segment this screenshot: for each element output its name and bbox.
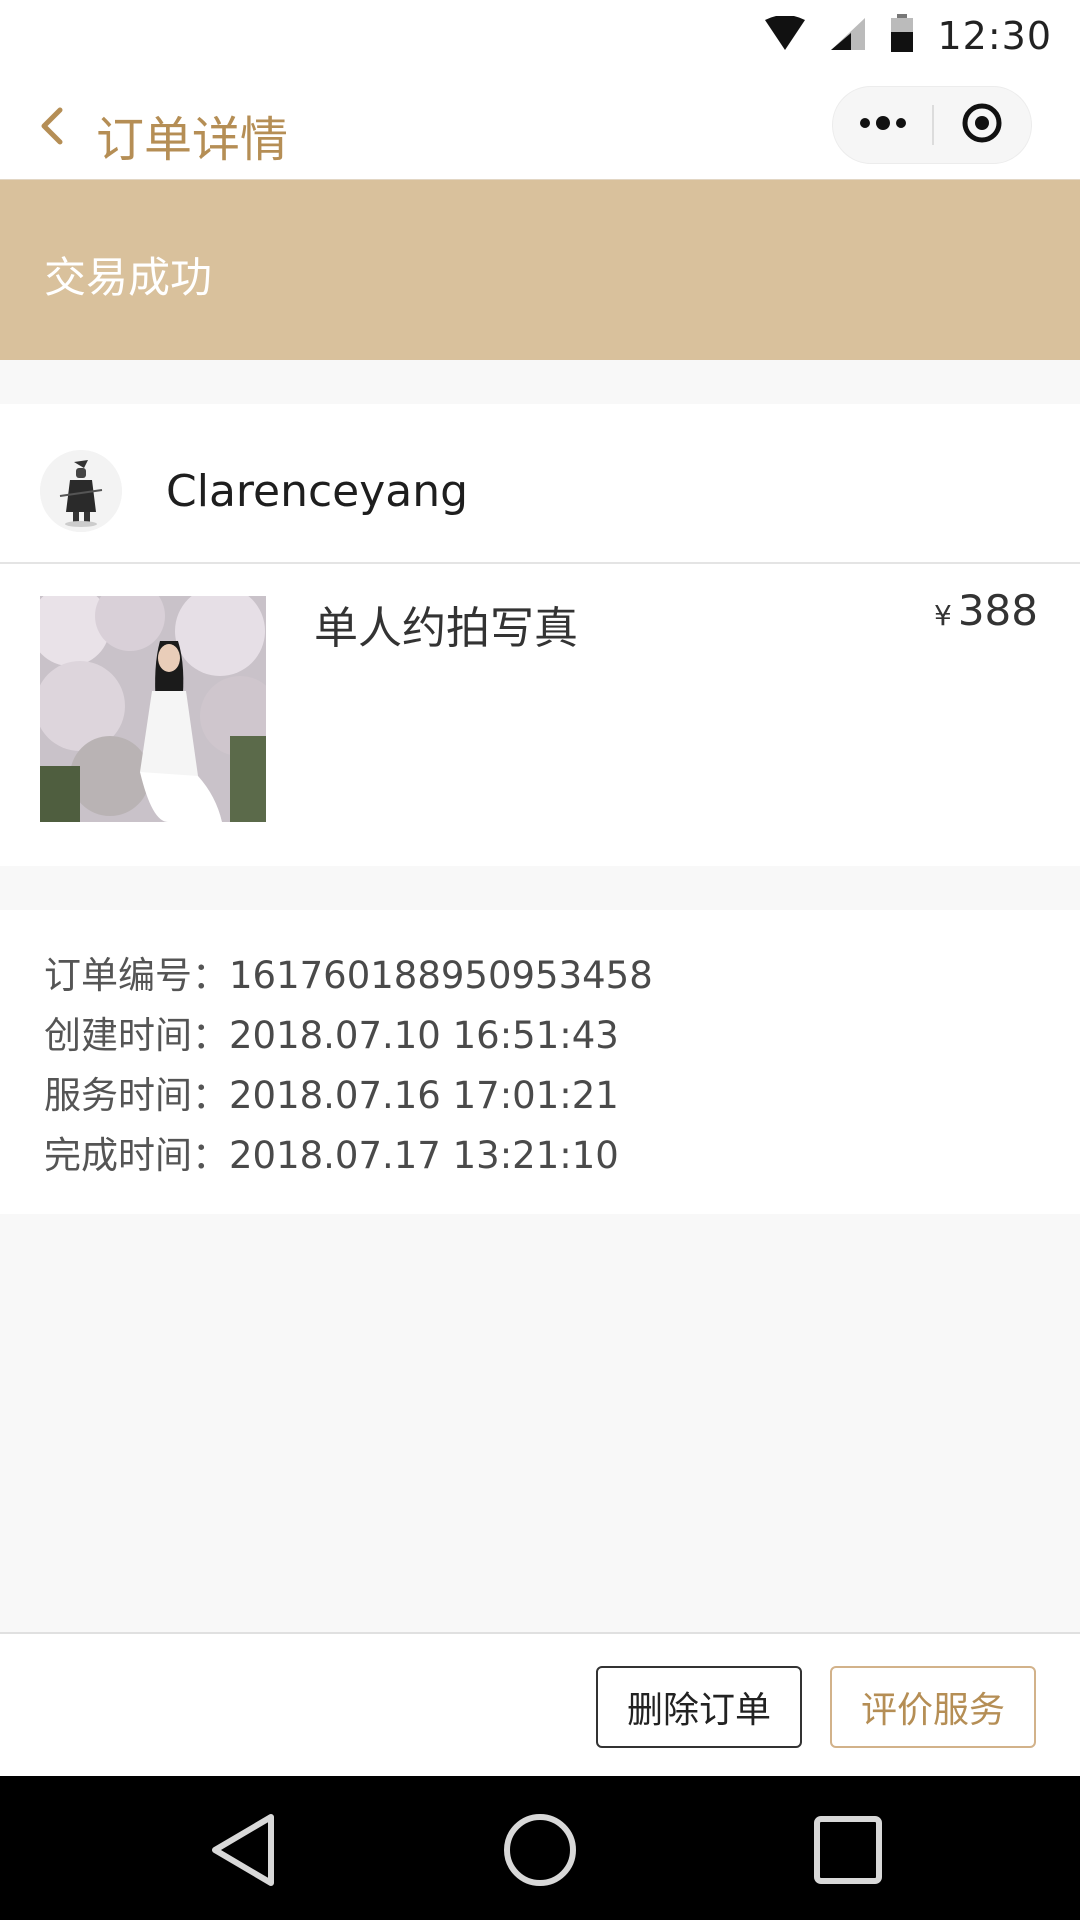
order-number-line: 订单编号：161760188950953458	[44, 946, 1080, 1006]
completed-time-label: 完成时间：	[44, 1134, 229, 1177]
status-bar: 12:30	[0, 0, 1080, 72]
currency-symbol: ¥	[934, 599, 952, 632]
service-time-label: 服务时间：	[44, 1074, 229, 1117]
completed-time-value: 2018.07.17 13:21:10	[229, 1134, 619, 1177]
back-triangle-icon	[209, 1813, 279, 1891]
order-info: 订单编号：161760188950953458 创建时间：2018.07.10 …	[0, 910, 1080, 1214]
system-back-button[interactable]	[204, 1812, 284, 1892]
wifi-icon	[763, 15, 807, 56]
service-time-line: 服务时间：2018.07.16 17:01:21	[44, 1066, 1080, 1126]
created-time-line: 创建时间：2018.07.10 16:51:43	[44, 1006, 1080, 1066]
avatar	[40, 450, 122, 532]
order-status-banner: 交易成功	[0, 180, 1080, 360]
price-value: 388	[957, 586, 1038, 635]
system-recents-button[interactable]	[808, 1812, 888, 1892]
product-title: 单人约拍写真	[314, 603, 578, 654]
product-price: ¥388	[934, 586, 1038, 635]
more-dots-icon	[858, 115, 908, 135]
close-miniprogram-button[interactable]	[934, 86, 1031, 164]
signal-icon	[829, 16, 867, 56]
product-row[interactable]: 单人约拍写真 ¥388	[0, 564, 1080, 866]
seller-name: Clarenceyang	[166, 466, 469, 517]
battery-icon	[889, 14, 915, 58]
miniprogram-capsule	[832, 86, 1032, 164]
product-photo	[40, 596, 266, 822]
back-button[interactable]	[38, 102, 78, 154]
system-navigation-bar	[0, 1776, 1080, 1920]
created-time-value: 2018.07.10 16:51:43	[229, 1014, 619, 1057]
order-status-text: 交易成功	[44, 253, 213, 302]
created-time-label: 创建时间：	[44, 1014, 229, 1057]
order-number-value: 161760188950953458	[229, 954, 653, 997]
status-icons: 12:30	[763, 10, 1052, 62]
system-home-button[interactable]	[500, 1812, 580, 1892]
seller-row[interactable]: Clarenceyang	[0, 404, 1080, 564]
review-service-button[interactable]: 评价服务	[830, 1666, 1036, 1748]
status-time: 12:30	[937, 14, 1052, 58]
page-title: 订单详情	[96, 112, 289, 168]
home-circle-icon	[503, 1813, 577, 1891]
service-time-value: 2018.07.16 17:01:21	[229, 1074, 619, 1117]
nav-bar: 订单详情	[0, 72, 1080, 180]
order-number-label: 订单编号：	[44, 954, 229, 997]
target-icon	[960, 101, 1004, 149]
completed-time-line: 完成时间：2018.07.17 13:21:10	[44, 1126, 1080, 1186]
delete-order-button[interactable]: 删除订单	[596, 1666, 802, 1748]
recents-square-icon	[813, 1815, 883, 1889]
more-button[interactable]	[833, 86, 932, 164]
chevron-left-icon	[38, 106, 64, 150]
bottom-action-bar: 删除订单 评价服务	[0, 1632, 1080, 1776]
